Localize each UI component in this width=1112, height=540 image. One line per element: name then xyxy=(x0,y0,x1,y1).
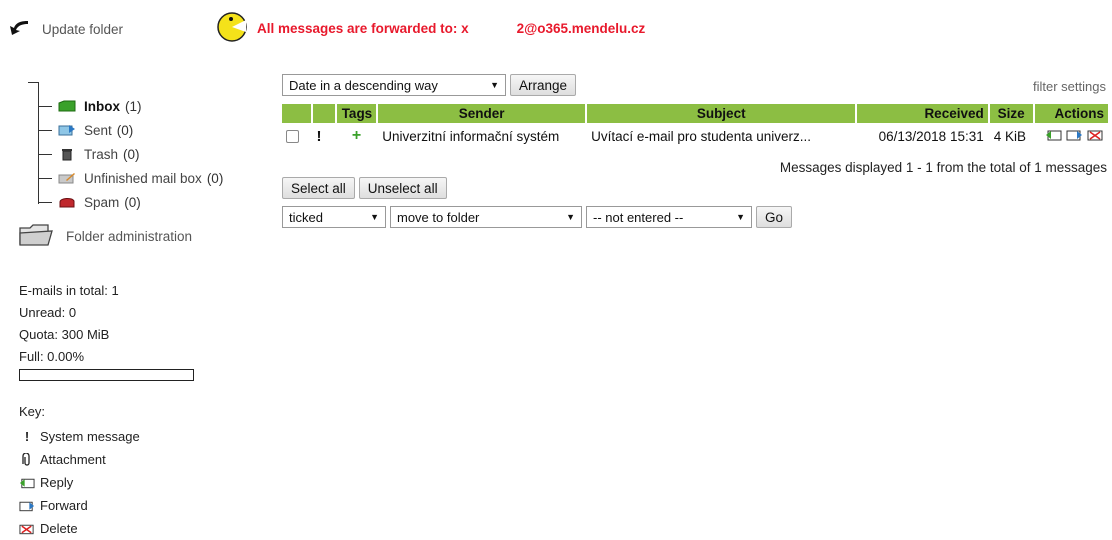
key-item-forward: Forward xyxy=(19,494,140,517)
key-item-system: ! System message xyxy=(19,425,140,448)
unselect-all-button[interactable]: Unselect all xyxy=(358,177,447,199)
chevron-down-icon: ▼ xyxy=(736,212,745,222)
inbox-icon xyxy=(58,99,76,113)
sort-select[interactable]: Date in a descending way ▼ xyxy=(282,74,506,96)
scope-select[interactable]: ticked ▼ xyxy=(282,206,386,228)
arrange-button[interactable]: Arrange xyxy=(510,74,577,96)
forward-icon[interactable] xyxy=(1066,129,1087,144)
folder-icon xyxy=(18,222,54,251)
col-checkbox xyxy=(282,104,311,123)
col-subject[interactable]: Subject xyxy=(587,104,856,123)
exclamation-icon: ! xyxy=(24,429,30,444)
quota-bar xyxy=(19,369,194,381)
system-message-icon: ! xyxy=(316,127,322,145)
forward-address: 2@o365.mendelu.cz xyxy=(516,21,646,36)
row-received: 06/13/2018 15:31 xyxy=(878,128,984,144)
sort-controls: Date in a descending way ▼ Arrange xyxy=(282,74,577,96)
key-title: Key: xyxy=(19,404,46,419)
total-emails: E-mails in total: 1 xyxy=(19,283,119,298)
key-item-attachment: Attachment xyxy=(19,448,140,471)
forward-notice: All messages are forwarded to: x 2@o365.m… xyxy=(215,10,645,47)
sidebar-item-spam[interactable]: Spam (0) xyxy=(38,192,141,212)
trash-icon xyxy=(58,147,76,161)
operation-select[interactable]: move to folder ▼ xyxy=(390,206,582,228)
go-button[interactable]: Go xyxy=(756,206,793,228)
row-actions xyxy=(1035,123,1108,149)
row-checkbox[interactable] xyxy=(286,130,299,144)
col-tags[interactable]: Tags xyxy=(336,104,377,123)
sidebar-item-inbox[interactable]: Inbox (1) xyxy=(38,96,142,116)
pacman-warning-icon xyxy=(215,10,249,47)
update-folder-link[interactable]: Update folder xyxy=(8,18,123,41)
bulk-action-controls: ticked ▼ move to folder ▼ -- not entered… xyxy=(282,206,793,228)
col-flag xyxy=(312,104,335,123)
reply-icon xyxy=(19,477,35,489)
folder-label: Unfinished mail box xyxy=(84,170,202,186)
key-label: Forward xyxy=(40,498,88,513)
forward-icon xyxy=(19,500,35,512)
folder-count: (0) xyxy=(206,170,224,186)
key-label: System message xyxy=(40,429,140,444)
message-table: Tags Sender Subject Received Size Action… xyxy=(280,104,1110,149)
spam-icon xyxy=(58,195,76,209)
add-tag-icon[interactable]: + xyxy=(352,127,361,144)
delete-icon xyxy=(19,523,35,535)
select-all-button[interactable]: Select all xyxy=(282,177,355,199)
update-folder-label: Update folder xyxy=(42,22,124,37)
unread-count: Unread: 0 xyxy=(19,305,77,320)
chevron-down-icon: ▼ xyxy=(490,80,499,90)
folder-count: (1) xyxy=(125,98,142,114)
folder-count: (0) xyxy=(123,146,140,162)
sort-select-value: Date in a descending way xyxy=(289,77,438,93)
target-select-value: -- not entered -- xyxy=(593,209,684,225)
target-folder-select[interactable]: -- not entered -- ▼ xyxy=(586,206,752,228)
sidebar-item-sent[interactable]: Sent (0) xyxy=(38,120,133,140)
folder-label: Sent xyxy=(84,122,112,138)
operation-select-value: move to folder xyxy=(397,209,480,225)
delete-icon[interactable] xyxy=(1087,129,1104,144)
full-text: Full: 0.00% xyxy=(19,349,85,364)
messages-displayed-text: Messages displayed 1 - 1 from the total … xyxy=(779,160,1107,175)
paperclip-icon xyxy=(19,452,35,467)
folder-admin-label: Folder administration xyxy=(66,229,193,244)
row-checkbox-cell xyxy=(282,123,311,149)
key-label: Delete xyxy=(40,521,78,536)
table-header-row: Tags Sender Subject Received Size Action… xyxy=(282,104,1108,123)
forward-notice-text: All messages are forwarded to: x xyxy=(257,21,469,36)
row-flag-cell: ! xyxy=(313,123,335,149)
col-size[interactable]: Size xyxy=(989,104,1033,123)
drafts-icon xyxy=(58,171,76,185)
selection-buttons: Select all Unselect all xyxy=(282,177,447,199)
folder-tree: Inbox (1) Sent (0) Trash (0) Unfinished … xyxy=(28,82,268,212)
folder-label: Spam xyxy=(84,194,120,210)
row-sender[interactable]: Univerzitní informační systém xyxy=(378,123,585,149)
legend-key: Key: ! System message Attachment Reply F… xyxy=(19,404,140,540)
table-row[interactable]: ! + Univerzitní informační systém Uvítac… xyxy=(282,123,1108,149)
folder-count: (0) xyxy=(116,122,134,138)
chevron-down-icon: ▼ xyxy=(566,212,575,222)
col-received[interactable]: Received xyxy=(857,104,988,123)
col-actions: Actions xyxy=(1034,104,1108,123)
filter-settings-link[interactable]: filter settings xyxy=(1033,79,1106,94)
sidebar-item-trash[interactable]: Trash (0) xyxy=(38,144,140,164)
update-arrow-icon xyxy=(8,18,32,41)
key-label: Attachment xyxy=(40,452,106,467)
mailbox-stats: E-mails in total: 1 Unread: 0 Quota: 300… xyxy=(19,280,194,381)
scope-select-value: ticked xyxy=(289,209,323,225)
folder-administration-link[interactable]: Folder administration xyxy=(18,222,192,251)
key-item-reply: Reply xyxy=(19,471,140,494)
row-subject[interactable]: Uvítací e-mail pro studenta univerz... xyxy=(587,123,855,149)
sent-icon xyxy=(58,123,76,137)
chevron-down-icon: ▼ xyxy=(370,212,379,222)
col-sender[interactable]: Sender xyxy=(378,104,586,123)
folder-label: Inbox xyxy=(84,98,120,114)
sidebar-item-unfinished[interactable]: Unfinished mail box (0) xyxy=(38,168,223,188)
row-tags-cell: + xyxy=(337,123,376,149)
quota-text: Quota: 300 MiB xyxy=(19,327,110,342)
folder-label: Trash xyxy=(84,146,119,162)
key-label: Reply xyxy=(40,475,74,490)
folder-count: (0) xyxy=(124,194,141,210)
reply-icon[interactable] xyxy=(1045,129,1066,144)
row-size: 4 KiB xyxy=(993,128,1027,144)
